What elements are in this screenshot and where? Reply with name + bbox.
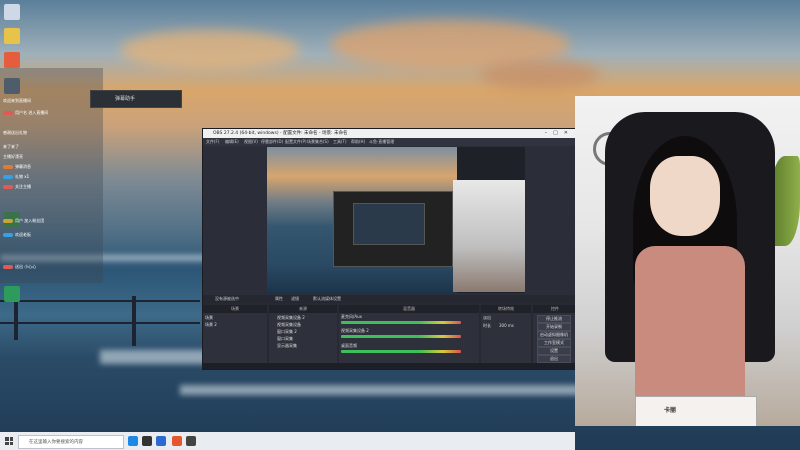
transitions-header: 转场特效 [481, 305, 531, 313]
window-controls[interactable]: –□✕ [545, 130, 574, 136]
controls-panel: 停止推流 开始录制 启动虚拟摄像机 工作室模式 设置 退出 [533, 313, 577, 367]
audio-mixer: 麦克风/Aux 视频采集设备 2 桌面音频 [339, 313, 479, 367]
recycle-bin-icon[interactable] [4, 4, 20, 20]
app-icon[interactable] [142, 436, 152, 446]
chat-line: 礼物 x1 [3, 174, 29, 180]
chat-line: 主播好漂亮 [3, 154, 23, 159]
chat-line: 来了来了 [3, 144, 19, 149]
transitions-panel: 淡出 时长 300 ms [481, 313, 531, 367]
source-item[interactable]: 视频采集设备 [277, 322, 301, 328]
railing-post [132, 296, 136, 346]
obs-preview[interactable] [267, 147, 525, 293]
chat-line: 用户名 进入直播间 [3, 110, 48, 116]
obs-taskbar-icon[interactable] [186, 436, 196, 446]
app-icon[interactable] [172, 436, 182, 446]
obs-window[interactable]: OBS 27.2.4 (64-bit, windows) - 配置文件: 未命名… [202, 128, 578, 370]
virtual-camera-button[interactable]: 启动虚拟摄像机 [537, 331, 571, 339]
railing [0, 300, 200, 302]
product-box: 卡丽 [635, 396, 757, 426]
taskbar: 在这里输入你要搜索的内容 [0, 432, 575, 450]
menu-tools[interactable]: 工具(T) [333, 139, 347, 145]
menu-file[interactable]: 文件(F) [206, 139, 219, 145]
volume-meter [341, 321, 461, 324]
scene-item[interactable]: 场景 [205, 315, 213, 321]
webcam-feed: 卡丽 [575, 96, 800, 426]
sources-header: 来源 [269, 305, 337, 313]
menu-help[interactable]: 帮助(H) [351, 139, 365, 145]
folder-icon[interactable] [4, 28, 20, 44]
cloud [120, 30, 300, 70]
studio-mode-button[interactable]: 工作室模式 [537, 339, 571, 347]
chat-line: 弹幕消息 [3, 164, 31, 170]
menu-view[interactable]: 视图(V) [244, 139, 258, 145]
settings-button[interactable]: 设置 [537, 347, 571, 355]
railing [0, 322, 200, 324]
volume-meter [341, 350, 461, 353]
volume-meter [341, 335, 461, 338]
source-item[interactable]: 窗口采集 2 [277, 329, 297, 335]
no-source-label: 没有源被选中 [215, 296, 239, 301]
chat-line: 欢迎老板 [3, 232, 31, 238]
app-icon[interactable] [156, 436, 166, 446]
wave [180, 385, 580, 395]
source-toolbar: 没有源被选中 属性 滤镜 默认流媒体设置 [203, 295, 577, 303]
window-title: OBS 27.2.4 (64-bit, windows) - 配置文件: 未命名… [213, 131, 348, 136]
duration-input[interactable]: 300 ms [499, 323, 514, 329]
obs-dock-panels: 没有源被选中 属性 滤镜 默认流媒体设置 场景 场景 场景 2 来源 视频采集设… [203, 295, 577, 369]
mixer-track-label: 麦克风/Aux [341, 314, 362, 319]
scene-item[interactable]: 场景 2 [205, 322, 217, 328]
app-icon[interactable] [4, 286, 20, 302]
sources-list: 视频采集设备 2 视频采集设备 窗口采集 2 窗口采集 显示器采集 [269, 313, 337, 367]
menu-scene-collection[interactable]: 场景集合(S) [307, 139, 329, 145]
exit-button[interactable]: 退出 [537, 355, 571, 363]
chat-line: 送出 小心心 [3, 264, 36, 270]
source-item[interactable]: 窗口采集 [277, 336, 293, 342]
cloud [480, 60, 600, 90]
chat-line: 关注主播 [3, 184, 31, 190]
chat-line: 欢迎来到直播间 [3, 98, 31, 103]
chat-line: 用户 加入粉丝团 [3, 218, 44, 224]
railing-post [14, 296, 18, 340]
mixer-track-label: 桌面音频 [341, 343, 357, 348]
danmaku-toolbar[interactable]: 弹幕助手 [90, 90, 182, 108]
menu-profile[interactable]: 配置文件(P) [285, 139, 307, 145]
transition-select[interactable]: 淡出 [483, 315, 491, 321]
duration-label: 时长 [483, 323, 491, 328]
start-recording-button[interactable]: 开始录制 [537, 323, 571, 331]
menu-docks[interactable]: 停靠部件(D) [261, 139, 283, 145]
obs-titlebar[interactable]: OBS 27.2.4 (64-bit, windows) - 配置文件: 未命名… [203, 129, 577, 138]
source-item[interactable]: 显示器采集 [277, 343, 297, 349]
app-icon[interactable] [4, 52, 20, 68]
danmaku-chat-panel: 欢迎来到直播间 用户名 进入直播间 感谢送出礼物 来了来了 主播好漂亮 弹幕消息… [0, 68, 103, 283]
edge-icon[interactable] [128, 436, 138, 446]
filters-button[interactable]: 滤镜 [291, 296, 299, 302]
source-item[interactable]: 视频采集设备 2 [277, 315, 305, 321]
taskbar-search-input[interactable]: 在这里输入你要搜索的内容 [18, 435, 124, 449]
streamer-face [650, 156, 720, 236]
controls-header: 控件 [533, 305, 577, 313]
search-placeholder: 在这里输入你要搜索的内容 [29, 440, 83, 445]
danmaku-toolbar-label: 弹幕助手 [115, 96, 136, 102]
preview-webcam [453, 180, 525, 292]
mixer-track-label: 视频采集设备 2 [341, 328, 369, 333]
product-box-label: 卡丽 [664, 407, 677, 414]
properties-button[interactable]: 属性 [275, 296, 283, 302]
scenes-header: 场景 [203, 305, 267, 313]
nested-preview [353, 203, 425, 245]
mixer-header: 混音器 [339, 305, 479, 313]
stop-streaming-button[interactable]: 停止推流 [537, 315, 571, 323]
menu-douyu[interactable]: 斗鱼·直播管理 [369, 139, 394, 145]
menu-edit[interactable]: 编辑(E) [225, 139, 239, 145]
windows-start-icon[interactable] [5, 437, 13, 445]
obs-statusbar [203, 363, 577, 369]
scenes-list: 场景 场景 2 [203, 313, 267, 367]
obs-menubar: 文件(F) 编辑(E) 视图(V) 停靠部件(D) 配置文件(P) 场景集合(S… [203, 138, 577, 146]
streamer-dress [635, 246, 745, 396]
stream-settings-button[interactable]: 默认流媒体设置 [313, 296, 341, 302]
chat-line: 感谢送出礼物 [3, 130, 27, 135]
